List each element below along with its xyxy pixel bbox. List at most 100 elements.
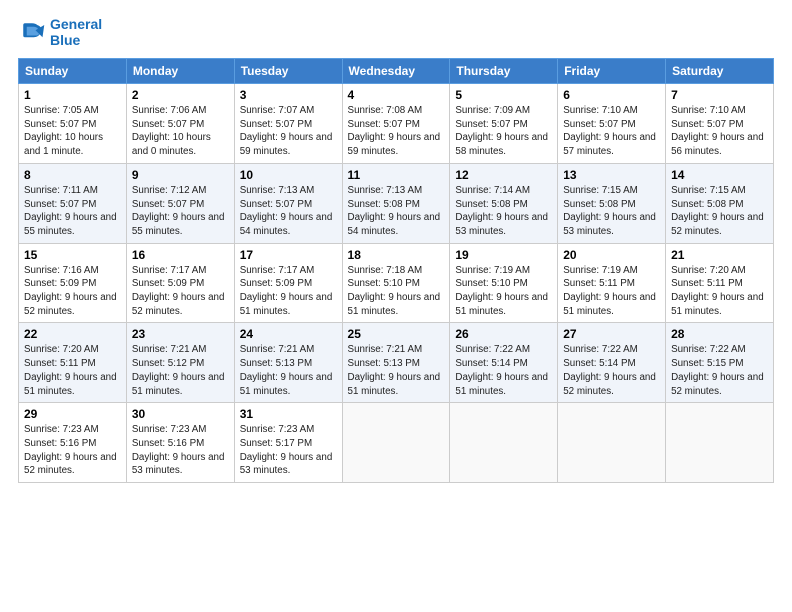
day-cell: 23 Sunrise: 7:21 AM Sunset: 5:12 PM Dayl… xyxy=(126,323,234,403)
day-info: Sunrise: 7:11 AM Sunset: 5:07 PM Dayligh… xyxy=(24,184,121,239)
day-cell: 20 Sunrise: 7:19 AM Sunset: 5:11 PM Dayl… xyxy=(558,243,666,323)
day-number: 27 xyxy=(563,327,660,341)
day-number: 10 xyxy=(240,168,337,182)
day-cell: 10 Sunrise: 7:13 AM Sunset: 5:07 PM Dayl… xyxy=(234,163,342,243)
day-number: 16 xyxy=(132,248,229,262)
col-header-sunday: Sunday xyxy=(19,59,127,84)
logo: General Blue xyxy=(18,16,102,48)
day-info: Sunrise: 7:17 AM Sunset: 5:09 PM Dayligh… xyxy=(240,264,337,319)
calendar: SundayMondayTuesdayWednesdayThursdayFrid… xyxy=(18,58,774,483)
day-info: Sunrise: 7:21 AM Sunset: 5:13 PM Dayligh… xyxy=(348,343,445,398)
day-info: Sunrise: 7:21 AM Sunset: 5:12 PM Dayligh… xyxy=(132,343,229,398)
day-number: 19 xyxy=(455,248,552,262)
day-cell: 11 Sunrise: 7:13 AM Sunset: 5:08 PM Dayl… xyxy=(342,163,450,243)
day-number: 13 xyxy=(563,168,660,182)
day-number: 30 xyxy=(132,407,229,421)
day-info: Sunrise: 7:10 AM Sunset: 5:07 PM Dayligh… xyxy=(563,104,660,159)
day-cell: 4 Sunrise: 7:08 AM Sunset: 5:07 PM Dayli… xyxy=(342,84,450,164)
day-info: Sunrise: 7:09 AM Sunset: 5:07 PM Dayligh… xyxy=(455,104,552,159)
day-info: Sunrise: 7:13 AM Sunset: 5:08 PM Dayligh… xyxy=(348,184,445,239)
day-cell: 28 Sunrise: 7:22 AM Sunset: 5:15 PM Dayl… xyxy=(666,323,774,403)
day-info: Sunrise: 7:05 AM Sunset: 5:07 PM Dayligh… xyxy=(24,104,121,159)
day-info: Sunrise: 7:22 AM Sunset: 5:15 PM Dayligh… xyxy=(671,343,768,398)
day-info: Sunrise: 7:21 AM Sunset: 5:13 PM Dayligh… xyxy=(240,343,337,398)
day-number: 6 xyxy=(563,88,660,102)
day-cell: 29 Sunrise: 7:23 AM Sunset: 5:16 PM Dayl… xyxy=(19,403,127,483)
day-number: 21 xyxy=(671,248,768,262)
col-header-thursday: Thursday xyxy=(450,59,558,84)
day-cell: 5 Sunrise: 7:09 AM Sunset: 5:07 PM Dayli… xyxy=(450,84,558,164)
day-cell: 8 Sunrise: 7:11 AM Sunset: 5:07 PM Dayli… xyxy=(19,163,127,243)
day-cell: 19 Sunrise: 7:19 AM Sunset: 5:10 PM Dayl… xyxy=(450,243,558,323)
day-info: Sunrise: 7:16 AM Sunset: 5:09 PM Dayligh… xyxy=(24,264,121,319)
day-number: 8 xyxy=(24,168,121,182)
col-header-saturday: Saturday xyxy=(666,59,774,84)
day-cell: 6 Sunrise: 7:10 AM Sunset: 5:07 PM Dayli… xyxy=(558,84,666,164)
day-cell: 13 Sunrise: 7:15 AM Sunset: 5:08 PM Dayl… xyxy=(558,163,666,243)
day-cell: 7 Sunrise: 7:10 AM Sunset: 5:07 PM Dayli… xyxy=(666,84,774,164)
day-cell: 21 Sunrise: 7:20 AM Sunset: 5:11 PM Dayl… xyxy=(666,243,774,323)
day-number: 18 xyxy=(348,248,445,262)
day-cell: 9 Sunrise: 7:12 AM Sunset: 5:07 PM Dayli… xyxy=(126,163,234,243)
day-number: 22 xyxy=(24,327,121,341)
day-cell: 12 Sunrise: 7:14 AM Sunset: 5:08 PM Dayl… xyxy=(450,163,558,243)
day-cell xyxy=(666,403,774,483)
logo-icon xyxy=(18,18,46,46)
day-info: Sunrise: 7:23 AM Sunset: 5:16 PM Dayligh… xyxy=(132,423,229,478)
day-cell xyxy=(450,403,558,483)
col-header-monday: Monday xyxy=(126,59,234,84)
day-info: Sunrise: 7:19 AM Sunset: 5:10 PM Dayligh… xyxy=(455,264,552,319)
day-number: 9 xyxy=(132,168,229,182)
day-cell: 24 Sunrise: 7:21 AM Sunset: 5:13 PM Dayl… xyxy=(234,323,342,403)
day-cell: 1 Sunrise: 7:05 AM Sunset: 5:07 PM Dayli… xyxy=(19,84,127,164)
day-cell: 14 Sunrise: 7:15 AM Sunset: 5:08 PM Dayl… xyxy=(666,163,774,243)
day-cell: 27 Sunrise: 7:22 AM Sunset: 5:14 PM Dayl… xyxy=(558,323,666,403)
day-number: 12 xyxy=(455,168,552,182)
day-number: 5 xyxy=(455,88,552,102)
day-info: Sunrise: 7:20 AM Sunset: 5:11 PM Dayligh… xyxy=(24,343,121,398)
day-number: 4 xyxy=(348,88,445,102)
header: General Blue xyxy=(18,16,774,48)
day-number: 7 xyxy=(671,88,768,102)
day-info: Sunrise: 7:12 AM Sunset: 5:07 PM Dayligh… xyxy=(132,184,229,239)
day-cell: 2 Sunrise: 7:06 AM Sunset: 5:07 PM Dayli… xyxy=(126,84,234,164)
day-number: 2 xyxy=(132,88,229,102)
day-info: Sunrise: 7:23 AM Sunset: 5:16 PM Dayligh… xyxy=(24,423,121,478)
day-info: Sunrise: 7:20 AM Sunset: 5:11 PM Dayligh… xyxy=(671,264,768,319)
day-info: Sunrise: 7:07 AM Sunset: 5:07 PM Dayligh… xyxy=(240,104,337,159)
week-row-2: 8 Sunrise: 7:11 AM Sunset: 5:07 PM Dayli… xyxy=(19,163,774,243)
day-number: 11 xyxy=(348,168,445,182)
col-header-tuesday: Tuesday xyxy=(234,59,342,84)
day-cell: 25 Sunrise: 7:21 AM Sunset: 5:13 PM Dayl… xyxy=(342,323,450,403)
page: General Blue SundayMondayTuesdayWednesda… xyxy=(0,0,792,612)
day-number: 23 xyxy=(132,327,229,341)
day-number: 25 xyxy=(348,327,445,341)
day-cell: 31 Sunrise: 7:23 AM Sunset: 5:17 PM Dayl… xyxy=(234,403,342,483)
day-info: Sunrise: 7:15 AM Sunset: 5:08 PM Dayligh… xyxy=(671,184,768,239)
logo-text: General Blue xyxy=(50,16,102,48)
day-info: Sunrise: 7:17 AM Sunset: 5:09 PM Dayligh… xyxy=(132,264,229,319)
day-cell: 22 Sunrise: 7:20 AM Sunset: 5:11 PM Dayl… xyxy=(19,323,127,403)
day-info: Sunrise: 7:14 AM Sunset: 5:08 PM Dayligh… xyxy=(455,184,552,239)
week-row-5: 29 Sunrise: 7:23 AM Sunset: 5:16 PM Dayl… xyxy=(19,403,774,483)
day-cell xyxy=(558,403,666,483)
day-info: Sunrise: 7:10 AM Sunset: 5:07 PM Dayligh… xyxy=(671,104,768,159)
day-number: 26 xyxy=(455,327,552,341)
day-number: 17 xyxy=(240,248,337,262)
day-info: Sunrise: 7:19 AM Sunset: 5:11 PM Dayligh… xyxy=(563,264,660,319)
day-number: 1 xyxy=(24,88,121,102)
col-header-friday: Friday xyxy=(558,59,666,84)
day-cell: 16 Sunrise: 7:17 AM Sunset: 5:09 PM Dayl… xyxy=(126,243,234,323)
day-cell: 18 Sunrise: 7:18 AM Sunset: 5:10 PM Dayl… xyxy=(342,243,450,323)
day-info: Sunrise: 7:15 AM Sunset: 5:08 PM Dayligh… xyxy=(563,184,660,239)
day-info: Sunrise: 7:22 AM Sunset: 5:14 PM Dayligh… xyxy=(455,343,552,398)
day-cell xyxy=(342,403,450,483)
col-header-wednesday: Wednesday xyxy=(342,59,450,84)
day-number: 14 xyxy=(671,168,768,182)
day-info: Sunrise: 7:23 AM Sunset: 5:17 PM Dayligh… xyxy=(240,423,337,478)
day-info: Sunrise: 7:08 AM Sunset: 5:07 PM Dayligh… xyxy=(348,104,445,159)
day-number: 3 xyxy=(240,88,337,102)
day-cell: 17 Sunrise: 7:17 AM Sunset: 5:09 PM Dayl… xyxy=(234,243,342,323)
day-number: 24 xyxy=(240,327,337,341)
day-number: 31 xyxy=(240,407,337,421)
